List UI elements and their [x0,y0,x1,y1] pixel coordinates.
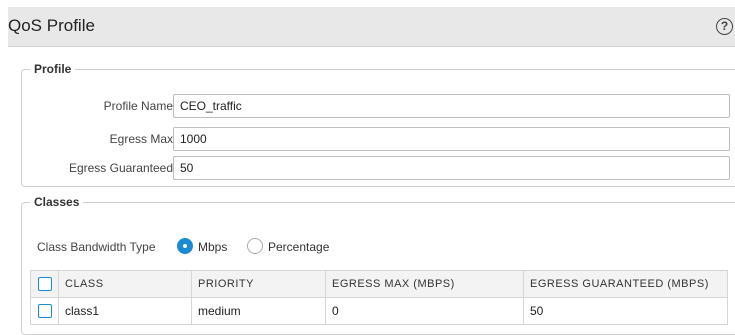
egress-guaranteed-label: Egress Guaranteed [68,161,173,175]
column-header-egress-guaranteed[interactable]: EGRESS GUARANTEED (MBPS) [523,270,728,298]
column-header-class[interactable]: CLASS [58,270,192,298]
table-row[interactable]: class1 medium 0 50 [30,297,728,325]
row-checkbox[interactable] [37,304,52,319]
bandwidth-type-label: Class Bandwidth Type [37,240,156,254]
egress-max-input[interactable] [173,127,730,151]
column-header-priority[interactable]: PRIORITY [191,270,326,298]
egress-guaranteed-cell[interactable]: 50 [523,297,728,325]
mbps-radio-label[interactable]: Mbps [198,240,227,254]
egress-max-row: Egress Max [22,127,735,151]
classes-table: CLASS PRIORITY EGRESS MAX (MBPS) EGRESS … [30,270,728,325]
profile-name-row: Profile Name [22,94,735,118]
egress-guaranteed-row: Egress Guaranteed [22,156,735,180]
percentage-radio-label[interactable]: Percentage [268,240,329,254]
profile-legend: Profile [34,62,72,76]
select-all-checkbox[interactable] [37,277,52,291]
classes-section: Classes Class Bandwidth Type Mbps Percen… [21,195,735,335]
dialog-header: QoS Profile ? [8,7,735,47]
egress-max-cell[interactable]: 0 [325,297,524,325]
column-header-egress-max[interactable]: EGRESS MAX (MBPS) [325,270,524,298]
select-all-cell [30,270,59,298]
egress-max-label: Egress Max [109,132,173,146]
mbps-radio[interactable] [177,238,193,254]
table-header-row: CLASS PRIORITY EGRESS MAX (MBPS) EGRESS … [30,270,728,298]
classes-legend: Classes [34,195,80,209]
dialog-title: QoS Profile [8,16,95,35]
egress-guaranteed-input[interactable] [173,156,730,180]
percentage-radio[interactable] [247,238,263,254]
profile-name-input[interactable] [173,94,730,118]
profile-section: Profile Profile Name Egress Max Egress G… [21,62,735,187]
class-cell[interactable]: class1 [58,297,192,325]
priority-cell[interactable]: medium [191,297,326,325]
profile-name-label: Profile Name [103,99,173,113]
help-icon[interactable]: ? [716,18,733,35]
row-select-cell [30,297,59,325]
